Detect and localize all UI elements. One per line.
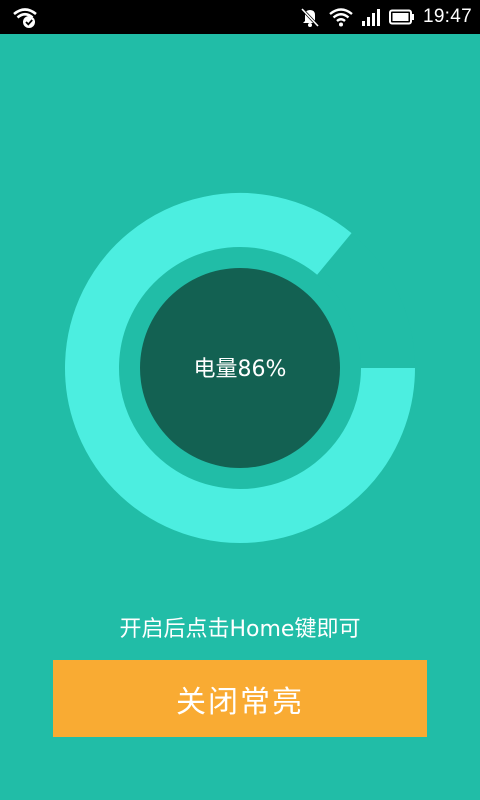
screen: 19:47 电量86% 开启后点击Home键即可 关闭常亮 [0,0,480,800]
close-keep-awake-button[interactable]: 关闭常亮 [53,660,427,737]
hint-text: 开启后点击Home键即可 [119,617,361,642]
battery-level-label: 电量86% [193,357,287,382]
